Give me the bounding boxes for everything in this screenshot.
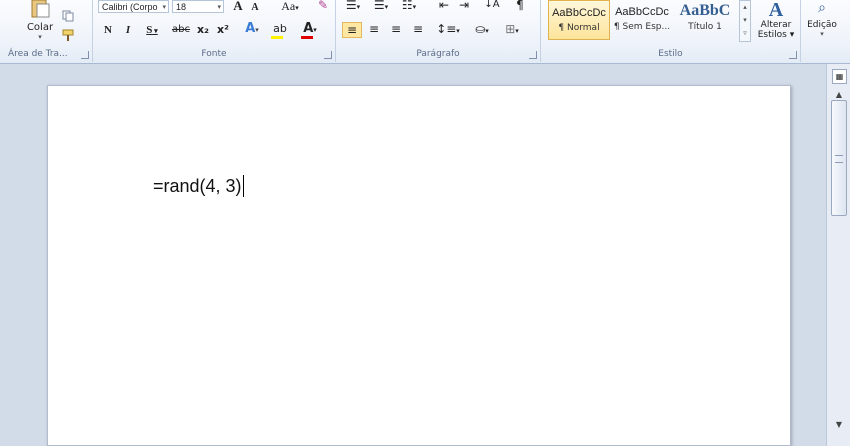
change-styles-label-1: Alterar [760, 20, 792, 30]
sort-icon[interactable]: ↓A [484, 0, 500, 14]
font-group-label: Fonte [201, 49, 227, 59]
pilcrow-icon: ¶ [516, 0, 524, 12]
subscript-label: x₂ [197, 23, 209, 36]
decrease-indent-icon[interactable]: ⇤ [436, 0, 452, 14]
strikethrough-label: abc [172, 24, 190, 35]
document-page[interactable] [47, 85, 791, 446]
italic-button[interactable]: I [121, 23, 135, 39]
copy-icon[interactable] [62, 10, 74, 22]
grow-font-button[interactable]: A [231, 0, 245, 15]
align-center-icon[interactable]: ≡ [364, 22, 384, 38]
style-heading-1[interactable]: AaBbC Título 1 [674, 0, 736, 40]
align-left-button[interactable]: ≡ [342, 22, 362, 38]
font-color-button[interactable]: A▾ [299, 22, 321, 39]
change-styles-button[interactable]: A Alterar Estilos ▾ [753, 0, 799, 48]
vertical-scrollbar[interactable]: ▦ ▲ ▼ [826, 64, 850, 446]
ribbon: Colar ▾ Área de Tra... Calibri (Corpo ▾ 1… [0, 0, 850, 64]
borders-button[interactable]: ⊞▾ [500, 22, 524, 38]
styles-group-label: Estilo [658, 49, 683, 59]
show-marks-button[interactable]: ¶ [512, 0, 528, 14]
binoculars-icon: ⌕ [818, 0, 826, 16]
bullets-button[interactable]: ☰▾ [342, 0, 364, 14]
paragraph-launcher-icon[interactable] [529, 51, 537, 59]
paragraph-group: ☰▾ ☰▾ ☷▾ ⇤ ⇥ ↓A ¶ ≡ ≡ ≡ ≡ ↕≡▾ ⛀▾ ⊞▾ Pará… [336, 0, 541, 62]
clear-format-icon[interactable]: ✎ [315, 0, 331, 14]
font-launcher-icon[interactable] [324, 51, 332, 59]
paste-button[interactable]: Colar ▾ [24, 0, 56, 44]
document-text[interactable]: =rand(4, 3) [153, 175, 245, 197]
style-heading-1-preview: AaBbC [679, 2, 731, 19]
change-case-label: Aa [281, 0, 296, 13]
change-styles-label-2-text: Estilos [757, 30, 787, 40]
highlighter-icon: ab [273, 22, 287, 35]
style-no-spacing[interactable]: AaBbCcDc ¶ Sem Esp... [611, 0, 673, 40]
font-size-combo[interactable]: 18 ▾ [172, 0, 224, 13]
italic-label: I [125, 24, 131, 36]
font-color-bar [301, 36, 313, 39]
strikethrough-button[interactable]: abc [171, 23, 191, 39]
style-no-spacing-name: ¶ Sem Esp... [613, 22, 671, 32]
shrink-font-label: A [251, 2, 259, 13]
superscript-button[interactable]: x² [215, 23, 231, 39]
bold-button[interactable]: N [101, 23, 115, 39]
numbering-button[interactable]: ☰▾ [370, 0, 392, 14]
clipboard-launcher-icon[interactable] [81, 51, 89, 59]
font-family-combo[interactable]: Calibri (Corpo ▾ [98, 0, 169, 13]
style-normal-name: ¶ Normal [558, 23, 600, 33]
scroll-thumb[interactable] [831, 100, 847, 216]
chevron-down-icon: ▾ [162, 4, 166, 11]
scroll-up-icon[interactable]: ▲ [827, 90, 850, 99]
styles-launcher-icon[interactable] [789, 51, 797, 59]
change-styles-icon: A [768, 0, 784, 21]
text-caret [242, 175, 245, 197]
scroll-grip-icon [835, 155, 843, 163]
align-right-icon[interactable]: ≡ [386, 22, 406, 38]
subscript-button[interactable]: x₂ [195, 23, 211, 39]
style-heading-1-name: Título 1 [688, 22, 722, 32]
multilevel-list-button[interactable]: ☷▾ [398, 0, 420, 14]
chevron-down-icon: ▾ [820, 30, 824, 38]
ruler-toggle-icon[interactable]: ▦ [832, 69, 847, 84]
superscript-label: x² [217, 23, 229, 36]
editing-label: Edição [807, 20, 837, 30]
style-no-spacing-preview: AaBbCcDc [615, 6, 669, 18]
underline-button[interactable]: S ▾ [141, 23, 163, 39]
shrink-font-button[interactable]: A [249, 1, 261, 17]
shading-button[interactable]: ⛀▾ [470, 22, 494, 38]
increase-indent-icon[interactable]: ⇥ [456, 0, 472, 14]
font-group: Calibri (Corpo ▾ 18 ▾ A A Aa▾ ✎ N I S ▾ ab… [93, 0, 336, 62]
highlight-button[interactable]: ab [269, 22, 291, 39]
font-size-value: 18 [176, 2, 187, 12]
chevron-down-icon: ▾ [217, 4, 221, 11]
styles-gallery-scroll[interactable]: ▴ ▾ ▿ [739, 0, 751, 42]
style-normal-preview: AaBbCcDc [552, 7, 606, 19]
format-painter-icon[interactable] [62, 29, 75, 42]
clipboard-group: Colar ▾ Área de Tra... [0, 0, 93, 62]
paste-icon [31, 0, 50, 18]
change-styles-label-2: Estilos ▾ [757, 30, 795, 40]
justify-icon[interactable]: ≡ [408, 22, 428, 38]
paste-label: Colar [26, 22, 54, 33]
line-spacing-button[interactable]: ↕≡▾ [436, 22, 460, 38]
editing-button[interactable]: ⌕ Edição ▾ [801, 0, 843, 48]
document-text-content: =rand(4, 3) [153, 176, 242, 196]
highlight-color-bar [271, 36, 283, 39]
text-effects-button[interactable]: A▾ [241, 22, 263, 38]
paragraph-group-label: Parágrafo [416, 49, 460, 59]
scroll-down-icon[interactable]: ▼ [827, 420, 850, 429]
chevron-down-icon: ▾ [38, 33, 42, 41]
font-family-value: Calibri (Corpo [102, 2, 158, 12]
clipboard-group-label: Área de Tra... [8, 49, 68, 59]
bold-label: N [104, 24, 112, 36]
style-normal[interactable]: AaBbCcDc ¶ Normal [548, 0, 610, 40]
styles-group: AaBbCcDc ¶ Normal AaBbCcDc ¶ Sem Esp... … [541, 0, 801, 62]
grow-font-label: A [233, 0, 243, 13]
change-case-button[interactable]: Aa▾ [279, 0, 301, 15]
